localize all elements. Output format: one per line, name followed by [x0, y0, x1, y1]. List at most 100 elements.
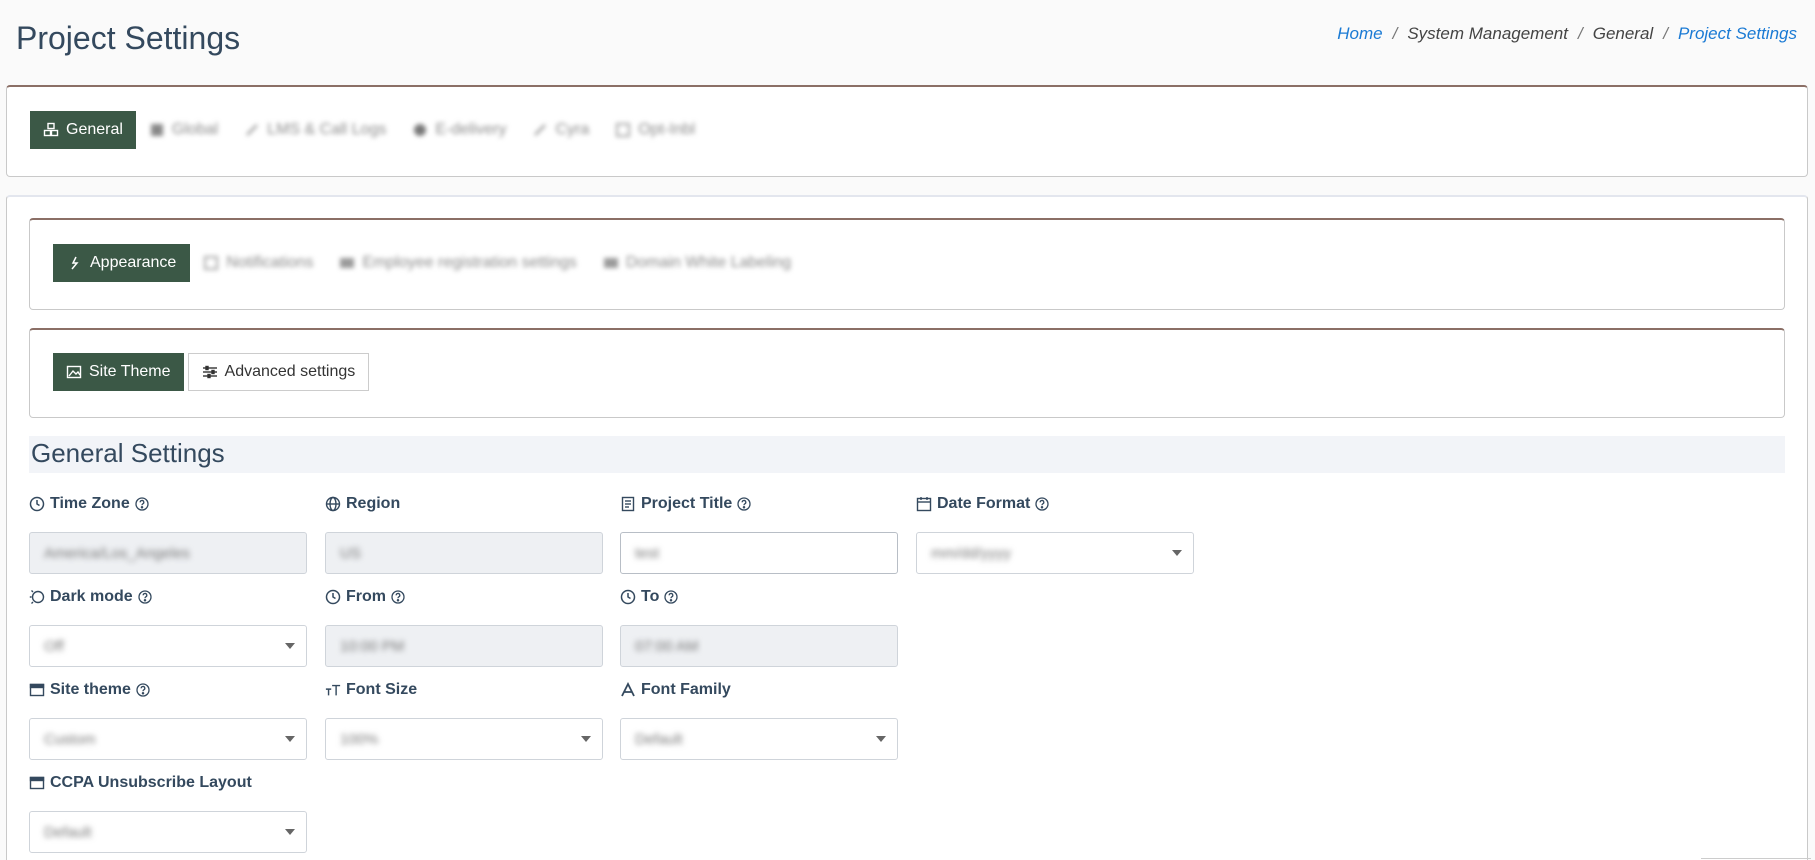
font-family-field: Font Family Default: [620, 680, 898, 760]
window-icon: [29, 683, 45, 697]
tab-opt-inbl[interactable]: Opt-Inbl: [602, 111, 708, 149]
tab-label: Cyra: [555, 121, 590, 138]
chevron-down-icon: [1172, 550, 1182, 556]
site-theme-label: Site theme: [50, 681, 131, 698]
page-title: Project Settings: [16, 20, 241, 56]
page-header: Project Settings Home / System Managemen…: [0, 0, 1815, 82]
time-zone-input[interactable]: America/Los_Angeles: [29, 532, 307, 574]
help-icon[interactable]: [136, 683, 150, 697]
tab-label: General: [66, 121, 123, 138]
top-tabs: General Global LMS & Call Logs E-deliver…: [30, 111, 708, 149]
clock-icon: [620, 589, 636, 605]
breadcrumb-home[interactable]: Home: [1337, 24, 1382, 44]
circle-icon: [414, 124, 427, 136]
time-zone-label: Time Zone: [50, 495, 130, 512]
tab-label: Appearance: [90, 254, 177, 271]
tab-label: Domain White Labeling: [625, 254, 792, 271]
chevron-down-icon: [285, 643, 295, 649]
help-icon[interactable]: [135, 497, 149, 511]
tab-label: Notifications: [226, 254, 314, 271]
clock-icon: [29, 496, 45, 512]
to-time-input[interactable]: 07:00 AM: [620, 625, 898, 667]
tab-e-delivery[interactable]: E-delivery: [399, 111, 519, 149]
theme-tabs: Site Theme Advanced settings: [53, 353, 370, 391]
calendar-icon: [916, 497, 932, 512]
pen-icon: [246, 124, 258, 136]
breadcrumb-separator: /: [1577, 24, 1583, 43]
help-icon[interactable]: [391, 590, 405, 604]
square-icon: [616, 123, 631, 137]
font-size-label: Font Size: [346, 681, 418, 698]
image-icon: [66, 365, 82, 379]
tab-label: E-delivery: [435, 121, 507, 138]
region-input[interactable]: US: [325, 532, 603, 574]
tab-label: Site Theme: [89, 363, 171, 380]
tab-site-theme[interactable]: Site Theme: [53, 353, 184, 391]
tab-lms-call-logs[interactable]: LMS & Call Logs: [231, 111, 399, 149]
cubes-icon: [43, 122, 59, 137]
tab-advanced-settings[interactable]: Advanced settings: [187, 353, 370, 391]
tab-label: LMS & Call Logs: [267, 121, 387, 138]
sub-tabs: Appearance Notifications Employee regist…: [53, 244, 804, 282]
to-field: To 07:00 AM: [620, 587, 898, 667]
site-theme-select[interactable]: Custom: [29, 718, 307, 760]
from-time-input[interactable]: 10:00 PM: [325, 625, 603, 667]
window-icon: [29, 776, 45, 790]
site-theme-field: Site theme Custom: [29, 680, 307, 760]
dark-mode-field: Dark mode Off: [29, 587, 307, 667]
ccpa-layout-select[interactable]: Default: [29, 811, 307, 853]
region-field: Region US: [325, 494, 603, 574]
chevron-down-icon: [285, 736, 295, 742]
chevron-down-icon: [876, 736, 886, 742]
project-title-field: Project Title test: [620, 494, 898, 574]
tab-domain-white-labeling[interactable]: Domain White Labeling: [590, 244, 804, 282]
table-icon: [150, 124, 163, 136]
date-format-field: Date Format mm/dd/yyyy: [916, 494, 1194, 574]
dark-mode-label: Dark mode: [50, 588, 133, 605]
help-icon[interactable]: [1035, 497, 1050, 511]
section-title: General Settings: [29, 436, 1785, 473]
moon-sun-icon: [29, 590, 45, 604]
brush-icon: [71, 256, 79, 270]
font-size-field: Font Size 100%: [325, 680, 603, 760]
tab-general[interactable]: General: [30, 111, 136, 149]
breadcrumb-system-management: System Management: [1407, 24, 1568, 43]
date-format-select[interactable]: mm/dd/yyyy: [916, 532, 1194, 574]
breadcrumb: Home / System Management / General / Pro…: [1337, 24, 1797, 44]
project-title-input[interactable]: test: [620, 532, 898, 574]
font-size-select[interactable]: 100%: [325, 718, 603, 760]
clock-icon: [325, 589, 341, 605]
tab-label: Employee registration settings: [362, 254, 577, 271]
breadcrumb-project-settings[interactable]: Project Settings: [1678, 24, 1797, 44]
dark-mode-select[interactable]: Off: [29, 625, 307, 667]
globe-icon: [325, 496, 341, 512]
from-field: From 10:00 PM: [325, 587, 603, 667]
font-family-select[interactable]: Default: [620, 718, 898, 760]
sliders-icon: [202, 365, 217, 379]
id-card-icon: [340, 258, 355, 268]
document-icon: [621, 496, 635, 512]
chevron-down-icon: [581, 736, 591, 742]
tab-appearance[interactable]: Appearance: [53, 244, 191, 282]
tab-employee-registration[interactable]: Employee registration settings: [326, 244, 589, 282]
link-icon: [534, 124, 547, 136]
project-title-label: Project Title: [641, 495, 733, 512]
date-format-label: Date Format: [937, 495, 1031, 512]
tab-label: Advanced settings: [224, 363, 356, 380]
time-zone-field: Time Zone America/Los_Angeles: [29, 494, 307, 574]
region-label: Region: [346, 495, 401, 512]
chevron-down-icon: [285, 829, 295, 835]
tab-label: Global: [171, 121, 219, 138]
tab-label: Opt-Inbl: [638, 121, 696, 138]
tab-cyra[interactable]: Cyra: [519, 111, 602, 149]
help-icon[interactable]: [138, 590, 152, 604]
tab-global[interactable]: Global: [136, 111, 231, 149]
font-family-label: Font Family: [641, 681, 731, 698]
to-label: To: [641, 588, 660, 605]
font-icon: [621, 682, 635, 697]
ccpa-layout-label: CCPA Unsubscribe Layout: [50, 774, 252, 791]
tab-notifications[interactable]: Notifications: [190, 244, 326, 282]
help-icon[interactable]: [737, 497, 751, 511]
help-icon[interactable]: [664, 590, 679, 604]
ccpa-layout-field: CCPA Unsubscribe Layout Default: [29, 773, 307, 853]
